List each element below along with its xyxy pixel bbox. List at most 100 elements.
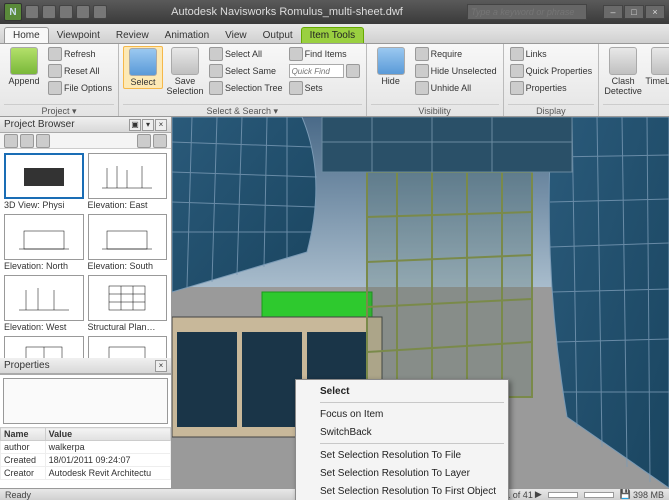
sheet-thumb-8[interactable] xyxy=(88,336,168,358)
sheet-thumb-east[interactable] xyxy=(88,153,168,199)
select-same-icon xyxy=(209,64,223,78)
ctx-res-layer-item[interactable]: Set Selection Resolution To Layer xyxy=(296,464,508,482)
select-same-button[interactable]: Select Same xyxy=(207,63,285,79)
select-all-icon xyxy=(209,47,223,61)
maximize-button[interactable]: □ xyxy=(624,5,644,19)
append-button[interactable]: Append xyxy=(4,46,44,87)
browser-tool2-icon[interactable] xyxy=(20,134,34,148)
props-value-header[interactable]: Value xyxy=(45,428,170,441)
panel-visibility: Hide Require Hide Unselected Unhide All … xyxy=(367,44,504,116)
find-items-icon xyxy=(289,47,303,61)
select-all-button[interactable]: Select All xyxy=(207,46,285,62)
ctx-res-first-item[interactable]: Set Selection Resolution To First Object xyxy=(296,482,508,500)
selection-tree-button[interactable]: Selection Tree xyxy=(207,80,285,96)
sets-button[interactable]: Sets xyxy=(287,80,362,96)
hide-button[interactable]: Hide xyxy=(371,46,411,87)
browser-tool3-icon[interactable] xyxy=(36,134,50,148)
3d-viewport[interactable]: Select Focus on Item SwitchBack Set Sele… xyxy=(172,117,669,488)
select-button[interactable]: Select xyxy=(123,46,163,89)
sets-icon xyxy=(289,81,303,95)
quick-find-go-icon[interactable] xyxy=(346,64,360,78)
browser-tool1-icon[interactable] xyxy=(4,134,18,148)
browser-close-icon[interactable]: × xyxy=(155,119,167,131)
ctx-res-file-item[interactable]: Set Selection Resolution To File xyxy=(296,446,508,464)
panel-project: Append Refresh Reset All File Options Pr… xyxy=(0,44,119,116)
sheet-label: Elevation: South xyxy=(88,260,168,271)
tab-viewpoint[interactable]: Viewpoint xyxy=(49,28,108,43)
sheet-thumb-south[interactable] xyxy=(88,214,168,260)
workspace: Project Browser ▣ ▾ × 3D View: Physi Ele… xyxy=(0,117,669,488)
properties-icon xyxy=(510,81,524,95)
tab-output[interactable]: Output xyxy=(255,28,301,43)
browser-tool5-icon[interactable] xyxy=(153,134,167,148)
panel-select-search: Select Save Selection Select All Select … xyxy=(119,44,367,116)
links-icon xyxy=(510,47,524,61)
unhide-all-icon xyxy=(415,81,429,95)
sheet-thumb-structural[interactable] xyxy=(88,275,168,321)
close-button[interactable]: × xyxy=(645,5,665,19)
tab-animation[interactable]: Animation xyxy=(157,28,217,43)
tab-home[interactable]: Home xyxy=(4,27,49,43)
hide-unselected-button[interactable]: Hide Unselected xyxy=(413,63,499,79)
require-button[interactable]: Require xyxy=(413,46,499,62)
clash-icon xyxy=(609,47,637,75)
search-input[interactable] xyxy=(467,4,587,20)
browser-tool4-icon[interactable] xyxy=(137,134,151,148)
browser-pin-icon[interactable]: ▣ xyxy=(129,119,141,131)
tab-item-tools[interactable]: Item Tools xyxy=(301,27,364,43)
sheet-thumb-north[interactable] xyxy=(4,214,84,260)
timeliner-icon xyxy=(651,47,669,75)
minimize-button[interactable]: – xyxy=(603,5,623,19)
qat-redo-icon[interactable] xyxy=(93,5,107,19)
project-browser-title: Project Browser xyxy=(4,119,75,130)
require-icon xyxy=(415,47,429,61)
quick-find-input[interactable] xyxy=(289,64,344,78)
panel-tools: Clash Detective TimeLiner Presenter Anim… xyxy=(599,44,669,116)
file-options-button[interactable]: File Options xyxy=(46,80,114,96)
sheet-label: Structural Plan… xyxy=(88,321,168,332)
browser-menu-icon[interactable]: ▾ xyxy=(142,119,154,131)
qat-open-icon[interactable] xyxy=(42,5,56,19)
refresh-button[interactable]: Refresh xyxy=(46,46,114,62)
save-selection-icon xyxy=(171,47,199,75)
panel-title-tools: Tools xyxy=(603,104,669,116)
find-items-button[interactable]: Find Items xyxy=(287,46,362,62)
quick-properties-button[interactable]: Quick Properties xyxy=(508,63,595,79)
properties-panel: Properties × NameValue authorwalkerpa Cr… xyxy=(0,358,171,488)
qat-new-icon[interactable] xyxy=(25,5,39,19)
tab-review[interactable]: Review xyxy=(108,28,157,43)
sheet-thumb-3dview[interactable] xyxy=(4,153,84,199)
qat-save-icon[interactable] xyxy=(59,5,73,19)
sheet-thumb-west[interactable] xyxy=(4,275,84,321)
table-row[interactable]: authorwalkerpa xyxy=(1,441,171,454)
select-icon xyxy=(129,48,157,76)
ctx-focus-item[interactable]: Focus on Item xyxy=(296,405,508,423)
unhide-all-button[interactable]: Unhide All xyxy=(413,80,499,96)
reset-icon xyxy=(48,64,62,78)
sheet-thumb-7[interactable] xyxy=(4,336,84,358)
refresh-icon xyxy=(48,47,62,61)
quick-find-row xyxy=(287,63,362,79)
table-row[interactable]: CreatorAutodesk Revit Architectu xyxy=(1,467,171,480)
ctx-select-header: Select xyxy=(296,382,508,400)
properties-button[interactable]: Properties xyxy=(508,80,595,96)
properties-header: Properties × xyxy=(0,358,171,374)
qat-undo-icon[interactable] xyxy=(76,5,90,19)
clash-detective-button[interactable]: Clash Detective xyxy=(603,46,643,97)
tab-view[interactable]: View xyxy=(217,28,255,43)
table-row[interactable]: Created18/01/2011 09:24:07 xyxy=(1,454,171,467)
hide-icon xyxy=(377,47,405,75)
sheet-label: 3D View: Physi xyxy=(4,199,84,210)
timeliner-button[interactable]: TimeLiner xyxy=(645,46,669,87)
links-button[interactable]: Links xyxy=(508,46,595,62)
save-selection-button[interactable]: Save Selection xyxy=(165,46,205,97)
reset-all-button[interactable]: Reset All xyxy=(46,63,114,79)
properties-close-icon[interactable]: × xyxy=(155,360,167,372)
panel-title-project: Project ▾ xyxy=(4,104,114,116)
app-menu-button[interactable]: N xyxy=(4,3,22,21)
context-menu: Select Focus on Item SwitchBack Set Sele… xyxy=(295,379,509,500)
props-name-header[interactable]: Name xyxy=(1,428,46,441)
browser-body[interactable]: 3D View: Physi Elevation: East Elevation… xyxy=(0,149,171,358)
properties-table[interactable]: NameValue authorwalkerpa Created18/01/20… xyxy=(0,427,171,488)
ctx-switchback-item[interactable]: SwitchBack xyxy=(296,423,508,441)
